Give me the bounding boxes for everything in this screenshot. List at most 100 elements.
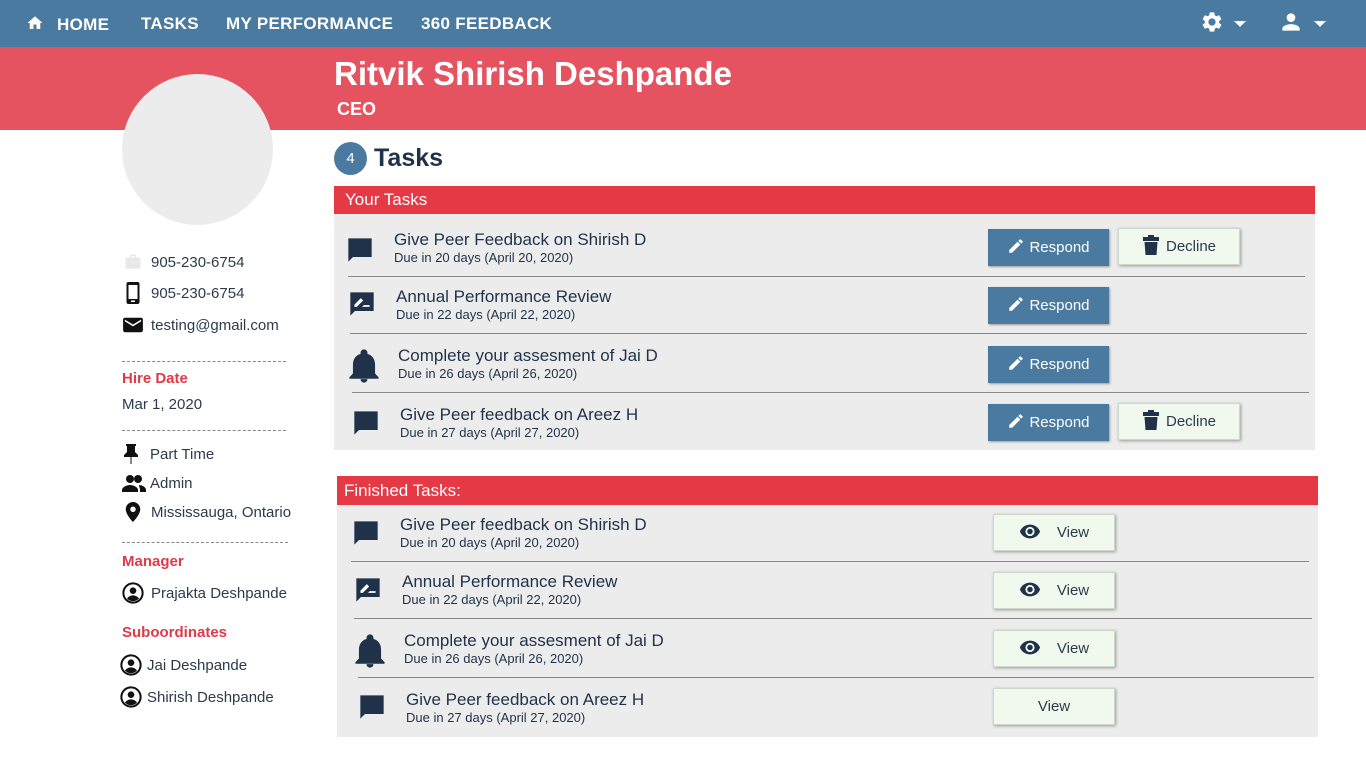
chevron-down-icon (1314, 21, 1326, 27)
finished-tasks-panel: Finished Tasks: Give Peer feedback on Sh… (337, 476, 1318, 737)
location: Mississauga, Ontario (122, 501, 291, 523)
task-count-badge: 4 (334, 142, 367, 175)
view-button[interactable]: View (993, 630, 1115, 667)
view-button[interactable]: View (993, 572, 1115, 609)
mobile-phone-value: 905-230-6754 (151, 284, 245, 302)
rate-review-icon (354, 576, 382, 609)
trash-icon (1142, 409, 1166, 435)
chat-icon (358, 693, 386, 726)
respond-label: Respond (1029, 414, 1090, 431)
settings-menu[interactable] (1200, 11, 1246, 37)
subordinate-name: Shirish Deshpande (147, 688, 274, 706)
nav-my-performance[interactable]: MY PERFORMANCE (226, 14, 393, 34)
respond-label: Respond (1029, 356, 1090, 373)
task-title[interactable]: Complete your assesment of Jai D (404, 631, 664, 651)
hire-date-label: Hire Date (122, 370, 188, 387)
divider (352, 392, 1309, 393)
divider (348, 276, 1305, 277)
top-nav: HOME TASKS MY PERFORMANCE 360 FEEDBACK (0, 0, 1366, 47)
manager[interactable]: Prajakta Deshpande (122, 582, 287, 604)
task-title[interactable]: Annual Performance Review (396, 287, 611, 307)
pencil-icon (1007, 412, 1029, 434)
task-title[interactable]: Give Peer feedback on Shirish D (400, 515, 647, 535)
divider (122, 430, 286, 431)
nav-360-feedback[interactable]: 360 FEEDBACK (421, 14, 552, 34)
task-title[interactable]: Give Peer Feedback on Shirish D (394, 230, 646, 250)
chevron-down-icon (1234, 21, 1246, 27)
bell-icon (347, 348, 381, 389)
view-label: View (1037, 698, 1071, 715)
task-title[interactable]: Complete your assesment of Jai D (398, 346, 658, 366)
respond-label: Respond (1029, 239, 1090, 256)
hire-date-value: Mar 1, 2020 (122, 396, 203, 413)
profile-title: CEO (337, 99, 377, 119)
view-label: View (1056, 582, 1090, 599)
divider (350, 333, 1307, 334)
decline-button[interactable]: Decline (1118, 403, 1240, 440)
divider (354, 618, 1312, 619)
location-value: Mississauga, Ontario (151, 503, 292, 521)
respond-button[interactable]: Respond (988, 346, 1109, 383)
account-circle-icon (122, 581, 144, 605)
location-pin-icon (122, 502, 144, 522)
respond-button[interactable]: Respond (988, 287, 1109, 324)
view-button[interactable]: View (993, 688, 1115, 725)
task-title[interactable]: Annual Performance Review (402, 572, 617, 592)
email[interactable]: testing@gmail.com (122, 314, 279, 336)
chat-icon (346, 236, 374, 269)
account-circle-icon (120, 685, 142, 709)
task-due: Due in 27 days (April 27, 2020) (400, 425, 580, 440)
task-due: Due in 26 days (April 26, 2020) (398, 366, 578, 381)
bell-icon (353, 633, 387, 674)
employment-type: Part Time (122, 443, 214, 465)
email-value: testing@gmail.com (151, 316, 279, 334)
briefcase-icon (122, 253, 144, 271)
task-due: Due in 20 days (April 20, 2020) (394, 250, 574, 265)
respond-button[interactable]: Respond (988, 229, 1109, 266)
tasks-header: 4 Tasks (334, 142, 443, 175)
mail-icon (122, 316, 144, 334)
profile-name: Ritvik Shirish Deshpande (334, 55, 732, 92)
rate-review-icon (348, 290, 376, 323)
task-due: Due in 22 days (April 22, 2020) (396, 307, 576, 322)
respond-label: Respond (1029, 297, 1090, 314)
chat-icon (352, 519, 380, 552)
manager-name: Prajakta Deshpande (151, 584, 287, 602)
task-due: Due in 27 days (April 27, 2020) (406, 710, 586, 725)
role-value: Admin (150, 474, 193, 492)
push-pin-icon (122, 444, 140, 464)
view-label: View (1056, 640, 1090, 657)
nav-tasks[interactable]: TASKS (141, 14, 199, 34)
respond-button[interactable]: Respond (988, 404, 1109, 441)
manager-label: Manager (122, 553, 184, 570)
decline-button[interactable]: Decline (1118, 228, 1240, 265)
view-label: View (1056, 524, 1090, 541)
divider (122, 361, 286, 362)
task-title[interactable]: Give Peer feedback on Areez H (400, 405, 638, 425)
view-button[interactable]: View (993, 514, 1115, 551)
people-icon (122, 474, 146, 492)
task-due: Due in 26 days (April 26, 2020) (404, 651, 584, 666)
task-due: Due in 22 days (April 22, 2020) (402, 592, 582, 607)
tasks-title: Tasks (374, 144, 444, 172)
work-phone-value: 905-230-6754 (151, 253, 245, 271)
divider (351, 561, 1309, 562)
pencil-icon (1007, 295, 1029, 317)
account-circle-icon (120, 653, 142, 677)
nav-home[interactable]: HOME (26, 14, 109, 34)
divider (358, 677, 1314, 678)
pencil-icon (1007, 354, 1029, 376)
your-tasks-header: Your Tasks (334, 186, 1315, 214)
task-title[interactable]: Give Peer feedback on Areez H (406, 690, 644, 710)
user-menu[interactable] (1278, 11, 1326, 37)
divider (122, 542, 288, 543)
employment-value: Part Time (150, 445, 215, 463)
user-icon (1278, 9, 1304, 40)
subordinate-name: Jai Deshpande (147, 656, 248, 674)
eye-icon (1019, 639, 1047, 659)
subordinate-item[interactable]: Shirish Deshpande (120, 686, 274, 708)
avatar (122, 74, 273, 225)
subordinates-label: Suboordinates (122, 624, 228, 641)
smartphone-icon (122, 281, 144, 305)
subordinate-item[interactable]: Jai Deshpande (120, 654, 247, 676)
